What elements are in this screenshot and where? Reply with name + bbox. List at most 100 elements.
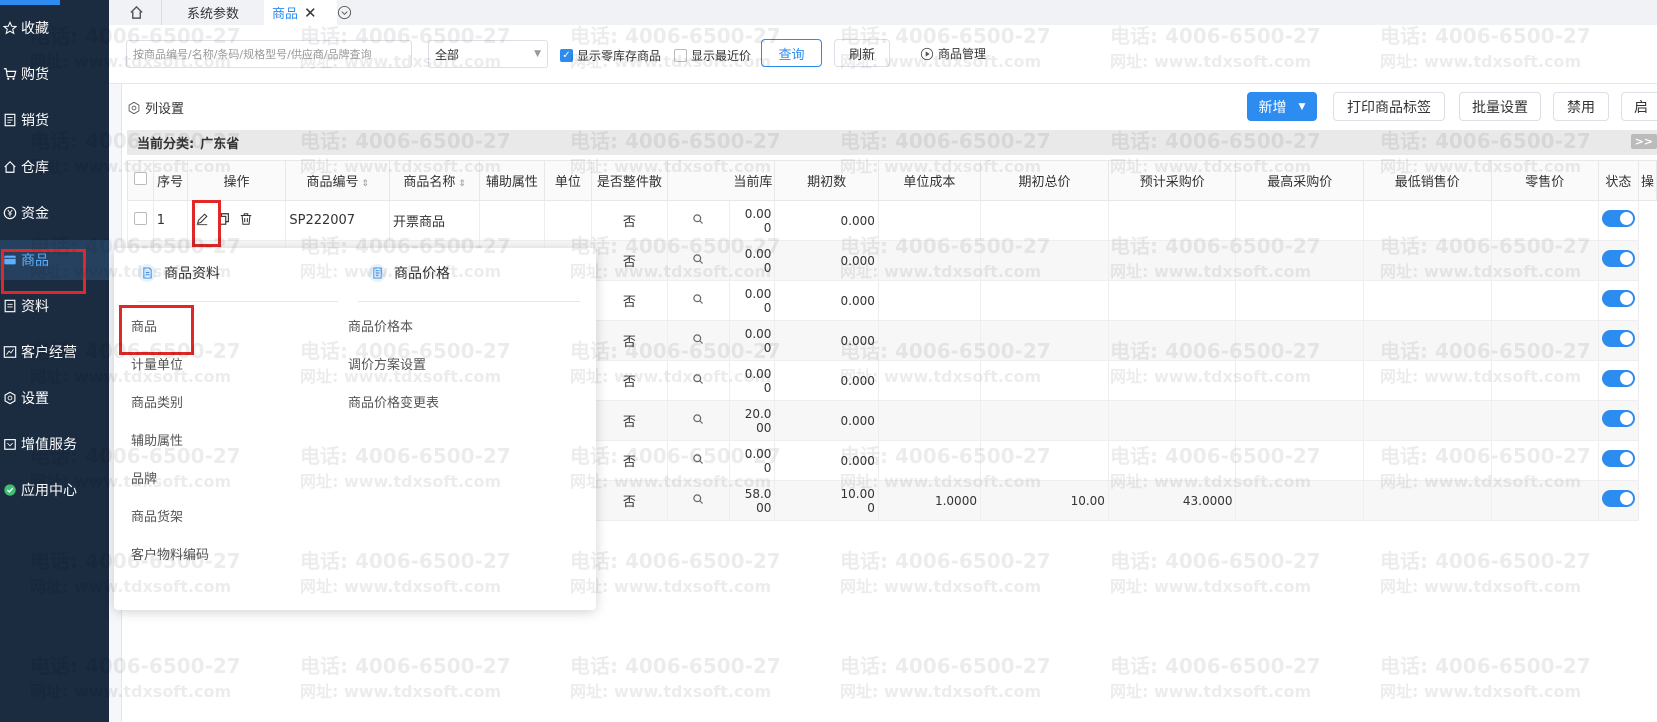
column-header: 操 [1637, 160, 1657, 201]
search-icon[interactable] [692, 493, 704, 509]
sidebar-item-app[interactable]: 应用中心 [0, 470, 109, 510]
search-icon[interactable] [692, 453, 704, 469]
query-button[interactable]: 查询 [761, 39, 822, 67]
checkbox-unchecked-icon[interactable] [133, 212, 147, 225]
status-toggle[interactable] [1601, 330, 1635, 347]
delete-icon[interactable] [239, 212, 253, 230]
tab-home[interactable] [121, 0, 151, 25]
sidebar-item-star[interactable]: 收藏 [0, 8, 109, 48]
caret-down-icon[interactable]: ▼ [1299, 102, 1306, 112]
status-toggle[interactable] [1601, 450, 1635, 467]
unit-cost-cell [877, 200, 981, 241]
stock-lookup-cell[interactable] [666, 440, 730, 481]
enable-button[interactable]: 启用 [1621, 92, 1657, 121]
status-toggle[interactable] [1601, 370, 1635, 387]
checkbox-checked-icon: ✓ [560, 49, 573, 62]
show-zero-stock-checkbox[interactable]: ✓ 显示零库存商品 [560, 47, 661, 64]
close-icon[interactable]: ✕ [304, 4, 317, 22]
init-qty-cell: 10.00 0 [774, 480, 879, 521]
category-select-value: 全部 [435, 47, 460, 62]
search-icon[interactable] [692, 413, 704, 429]
init-qty-cell: 0.000 [774, 400, 879, 441]
stock-value-line: 0.00 [744, 446, 772, 461]
tab-products[interactable]: 商品 ✕ [264, 0, 337, 25]
search-icon[interactable] [692, 253, 704, 269]
select-all-cell[interactable] [127, 160, 154, 201]
search-icon[interactable] [692, 213, 704, 229]
status-toggle[interactable] [1601, 290, 1635, 307]
stock-lookup-cell[interactable] [666, 400, 730, 441]
refresh-button[interactable]: 刷新 [834, 39, 890, 67]
sort-icon[interactable]: ⇕ [359, 179, 369, 189]
disable-button[interactable]: 禁用 [1553, 92, 1609, 121]
show-recent-price-checkbox[interactable]: 显示最近价 [674, 47, 751, 64]
stock-lookup-cell[interactable] [666, 360, 730, 401]
search-input[interactable]: 按商品编号/名称/条码/规格型号/供应商/品牌查询 [126, 40, 412, 68]
expected-purchase-cell [1107, 400, 1237, 441]
menu-item-product-info[interactable]: 品牌 [131, 468, 157, 487]
column-header: 预计采购价 [1107, 160, 1237, 201]
menu-item-product-info[interactable]: 计量单位 [131, 354, 183, 373]
menu-item-product-info[interactable]: 辅助属性 [131, 430, 183, 449]
menu-item-product-info[interactable]: 商品 [131, 316, 157, 335]
sidebar-item-home[interactable]: 仓库 [0, 147, 109, 187]
tab-more[interactable] [331, 0, 357, 25]
search-icon[interactable] [692, 293, 704, 309]
chart-icon [2, 344, 18, 360]
stock-lookup-cell[interactable] [666, 240, 730, 281]
column-settings[interactable]: 列设置 [127, 98, 184, 117]
status-toggle[interactable] [1601, 410, 1635, 427]
sidebar-item-box[interactable]: 商品 [0, 240, 109, 280]
sidebar-item-label: 收藏 [21, 21, 49, 37]
stock-lookup-cell[interactable] [666, 280, 730, 321]
menu-item-product-info[interactable]: 商品类别 [131, 392, 183, 411]
status-toggle[interactable] [1601, 210, 1635, 227]
stock-lookup-cell[interactable] [666, 480, 730, 521]
checkbox-unchecked-icon[interactable] [133, 172, 147, 185]
sidebar-item-receipt[interactable]: 销货 [0, 100, 109, 140]
stock-cell: 20.0 00 [728, 400, 776, 441]
search-icon[interactable] [692, 373, 704, 389]
sidebar-item-gear[interactable]: 设置 [0, 378, 109, 418]
category-name: 广东省 [200, 137, 240, 152]
menu-item-product-info[interactable]: 客户物料编码 [131, 544, 209, 563]
batch-settings-button[interactable]: 批量设置 [1459, 92, 1541, 121]
retail-price-cell [1490, 440, 1599, 481]
sidebar-item-cart[interactable]: 购货 [0, 54, 109, 94]
sidebar-item-label: 应用中心 [21, 483, 77, 499]
category-select[interactable]: 全部 ▼ [428, 40, 548, 68]
status-toggle[interactable] [1601, 490, 1635, 507]
retail-price-cell [1490, 280, 1599, 321]
search-icon[interactable] [692, 333, 704, 349]
menu-item-product-price[interactable]: 商品价格变更表 [348, 392, 439, 411]
column-header: 最低销售价 [1363, 160, 1492, 201]
stock-lookup-cell[interactable] [666, 200, 730, 241]
checkbox-label: 显示最近价 [691, 49, 752, 63]
expand-button[interactable]: >> [1630, 134, 1657, 149]
menu-item-product-info[interactable]: 商品货架 [131, 506, 183, 525]
table-row[interactable]: 1 SP222007 开票商品 否 0.00 0 0.000 [127, 200, 1657, 241]
sidebar-item-yen[interactable]: 资金 [0, 193, 109, 233]
stock-value-line: 0.00 [744, 326, 772, 341]
sort-icon[interactable]: ⇕ [455, 179, 466, 189]
print-label-button[interactable]: 打印商品标签 [1333, 92, 1445, 121]
column-header-sortable[interactable]: 商品名称 ⇕ [389, 160, 481, 201]
column-header-sortable[interactable]: 商品编号 ⇕ [285, 160, 391, 201]
home-icon [2, 159, 18, 175]
sidebar-item-doc[interactable]: 资料 [0, 286, 109, 326]
menu-item-product-price[interactable]: 商品价格本 [348, 316, 413, 335]
menu-item-product-price[interactable]: 调价方案设置 [348, 354, 426, 373]
sidebar-item-chart[interactable]: 客户经营 [0, 332, 109, 372]
sidebar-item-gift[interactable]: 增值服务 [0, 424, 109, 464]
stock-lookup-cell[interactable] [666, 320, 730, 361]
product-management-link[interactable]: 商品管理 [920, 45, 986, 62]
unit-cost-cell [877, 280, 981, 321]
edit-icon[interactable] [195, 212, 209, 230]
tab-system-params[interactable]: 系统参数 [161, 0, 265, 25]
copy-icon[interactable] [217, 212, 231, 230]
column-header-label: 商品编号 [306, 175, 359, 190]
row-select-cell[interactable] [127, 200, 154, 241]
add-button[interactable]: 新增 ▼ [1247, 92, 1317, 121]
unit-cost-cell [877, 360, 981, 401]
status-toggle[interactable] [1601, 250, 1635, 267]
